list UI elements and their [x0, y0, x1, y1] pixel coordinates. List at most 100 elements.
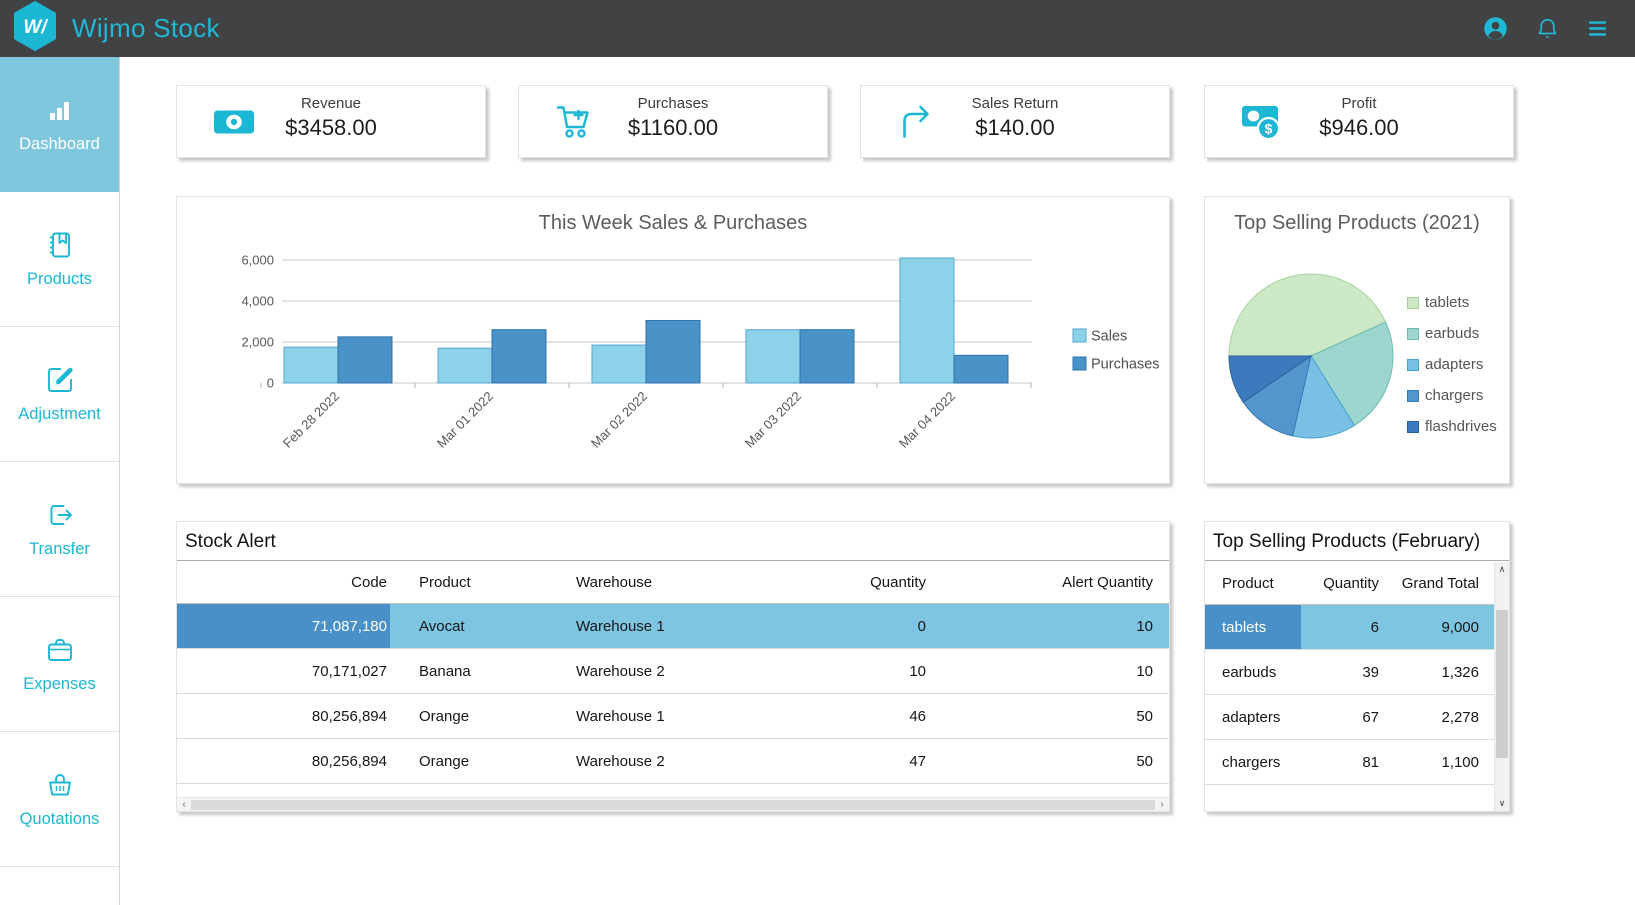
- sidebar-item-dashboard[interactable]: Dashboard: [0, 57, 119, 192]
- x-axis-category-label: Mar 03 2022: [742, 389, 804, 451]
- hscrollbar-thumb[interactable]: [191, 800, 1155, 810]
- cell-alert-quantity[interactable]: 10: [940, 604, 1169, 649]
- sidebar-item-transfer[interactable]: Transfer: [0, 462, 119, 597]
- stat-text: Purchases$1160.00: [519, 95, 827, 141]
- legend-swatch-flashdrives: [1407, 421, 1419, 433]
- cell-quantity[interactable]: 6: [1301, 605, 1386, 650]
- stat-label: Sales Return: [861, 95, 1169, 112]
- table-row[interactable]: adapters672,278: [1205, 695, 1494, 740]
- y-axis-tick-label: 4,000: [241, 294, 274, 309]
- vertical-scrollbar[interactable]: ∧ ∨: [1494, 562, 1509, 811]
- stock-alert-title: Stock Alert: [177, 522, 1169, 561]
- scroll-left-icon[interactable]: ‹: [177, 798, 191, 812]
- x-axis-category-label: Mar 04 2022: [896, 389, 958, 451]
- vscrollbar-thumb[interactable]: [1496, 610, 1508, 758]
- table-row[interactable]: chargers811,100: [1205, 740, 1494, 785]
- cell-grand-total[interactable]: 2,278: [1386, 695, 1494, 740]
- cell-code[interactable]: 80,256,894: [177, 694, 390, 739]
- sidebar-item-adjustment[interactable]: Adjustment: [0, 327, 119, 462]
- pie-legend: tabletsearbudsadapterschargersflashdrive…: [1407, 294, 1497, 435]
- bar-sales-mar-03-2022[interactable]: [746, 330, 800, 383]
- menu-icon[interactable]: [1586, 17, 1609, 40]
- cell-quantity[interactable]: 39: [1301, 650, 1386, 695]
- cell-grand-total[interactable]: 1,100: [1386, 740, 1494, 785]
- cell-product[interactable]: earbuds: [1205, 650, 1301, 695]
- cell-quantity[interactable]: 47: [805, 739, 940, 784]
- cell-quantity[interactable]: 67: [1301, 695, 1386, 740]
- cell-warehouse[interactable]: Warehouse 1: [560, 694, 805, 739]
- bar-purchases-feb-28-2022[interactable]: [338, 337, 392, 383]
- stat-card-profit: $Profit$946.00: [1204, 85, 1514, 158]
- column-header-code[interactable]: Code: [177, 561, 390, 604]
- cell-grand-total[interactable]: 1,326: [1386, 650, 1494, 695]
- bar-sales-mar-04-2022[interactable]: [900, 258, 954, 383]
- sidebar-item-quotations[interactable]: Quotations: [0, 732, 119, 867]
- cell-alert-quantity[interactable]: 10: [940, 649, 1169, 694]
- bar-purchases-mar-01-2022[interactable]: [492, 330, 546, 383]
- scroll-down-icon[interactable]: ∨: [1495, 796, 1509, 811]
- cell-code[interactable]: 70,171,027: [177, 649, 390, 694]
- scroll-right-icon[interactable]: ›: [1155, 798, 1169, 812]
- cell-product[interactable]: chargers: [1205, 740, 1301, 785]
- scroll-up-icon[interactable]: ∧: [1495, 562, 1509, 577]
- sidebar-item-products[interactable]: Products: [0, 192, 119, 327]
- column-header-grand-total[interactable]: Grand Total: [1386, 562, 1494, 605]
- cell-product[interactable]: Avocat: [390, 604, 560, 649]
- cell-quantity[interactable]: 81: [1301, 740, 1386, 785]
- cell-product[interactable]: Orange: [390, 739, 560, 784]
- column-header-warehouse[interactable]: Warehouse: [560, 561, 805, 604]
- cell-product[interactable]: Orange: [390, 694, 560, 739]
- stat-text: Profit$946.00: [1205, 95, 1513, 141]
- bar-sales-mar-01-2022[interactable]: [438, 348, 492, 383]
- cell-alert-quantity[interactable]: 50: [940, 694, 1169, 739]
- bar-purchases-mar-04-2022[interactable]: [954, 355, 1008, 383]
- column-header-product[interactable]: Product: [1205, 562, 1301, 605]
- app-root: W/ Wijmo Stock DashboardProducts Adjustme…: [0, 0, 1635, 905]
- user-icon[interactable]: [1482, 15, 1509, 42]
- bar-purchases-mar-03-2022[interactable]: [800, 330, 854, 383]
- horizontal-scrollbar[interactable]: ‹ ›: [177, 797, 1169, 811]
- pie-legend-item-chargers: chargers: [1407, 387, 1497, 404]
- cell-warehouse[interactable]: Warehouse 1: [560, 604, 805, 649]
- column-header-alert-quantity[interactable]: Alert Quantity: [940, 561, 1169, 604]
- sidebar-item-label: Transfer: [29, 540, 90, 559]
- column-header-quantity[interactable]: Quantity: [805, 561, 940, 604]
- sales-purchases-bar-chart: 02,0004,0006,000Feb 28 2022Mar 01 2022Ma…: [177, 241, 1171, 481]
- cell-warehouse[interactable]: Warehouse 2: [560, 649, 805, 694]
- brand: W/ Wijmo Stock: [12, 1, 220, 56]
- table-row-selected[interactable]: tablets69,000: [1205, 605, 1494, 650]
- cell-grand-total[interactable]: 9,000: [1386, 605, 1494, 650]
- bar-purchases-mar-02-2022[interactable]: [646, 320, 700, 383]
- bar-chart-icon: [45, 95, 75, 125]
- cell-product[interactable]: Banana: [390, 649, 560, 694]
- cell-alert-quantity[interactable]: 50: [940, 739, 1169, 784]
- table-row-selected[interactable]: 71,087,180AvocatWarehouse 1010: [177, 604, 1169, 649]
- table-row[interactable]: 70,171,027BananaWarehouse 21010: [177, 649, 1169, 694]
- column-header-product[interactable]: Product: [390, 561, 560, 604]
- cell-warehouse[interactable]: Warehouse 2: [560, 739, 805, 784]
- notifications-icon[interactable]: [1535, 16, 1560, 41]
- table-row[interactable]: 80,256,894OrangeWarehouse 14650: [177, 694, 1169, 739]
- legend-label-purchases: Purchases: [1091, 357, 1160, 373]
- cell-quantity[interactable]: 46: [805, 694, 940, 739]
- sidebar: DashboardProducts Adjustment Transfer Expen…: [0, 57, 120, 905]
- cell-product[interactable]: adapters: [1205, 695, 1301, 740]
- cell-quantity[interactable]: 0: [805, 604, 940, 649]
- cell-code[interactable]: 71,087,180: [177, 604, 390, 649]
- legend-label-flashdrives: flashdrives: [1425, 418, 1497, 435]
- legend-label-tablets: tablets: [1425, 294, 1469, 311]
- svg-text:W/: W/: [23, 17, 48, 38]
- cell-code[interactable]: 80,256,894: [177, 739, 390, 784]
- app-logo-icon: W/: [12, 1, 58, 56]
- cell-product[interactable]: tablets: [1205, 605, 1301, 650]
- table-row[interactable]: earbuds391,326: [1205, 650, 1494, 695]
- app-title: Wijmo Stock: [72, 13, 220, 44]
- sidebar-item-label: Adjustment: [18, 405, 101, 424]
- column-header-quantity[interactable]: Quantity: [1301, 562, 1386, 605]
- bar-sales-mar-02-2022[interactable]: [592, 345, 646, 383]
- legend-label-earbuds: earbuds: [1425, 325, 1479, 342]
- bar-sales-feb-28-2022[interactable]: [284, 347, 338, 383]
- sidebar-item-expenses[interactable]: Expenses: [0, 597, 119, 732]
- table-row[interactable]: 80,256,894OrangeWarehouse 24750: [177, 739, 1169, 784]
- cell-quantity[interactable]: 10: [805, 649, 940, 694]
